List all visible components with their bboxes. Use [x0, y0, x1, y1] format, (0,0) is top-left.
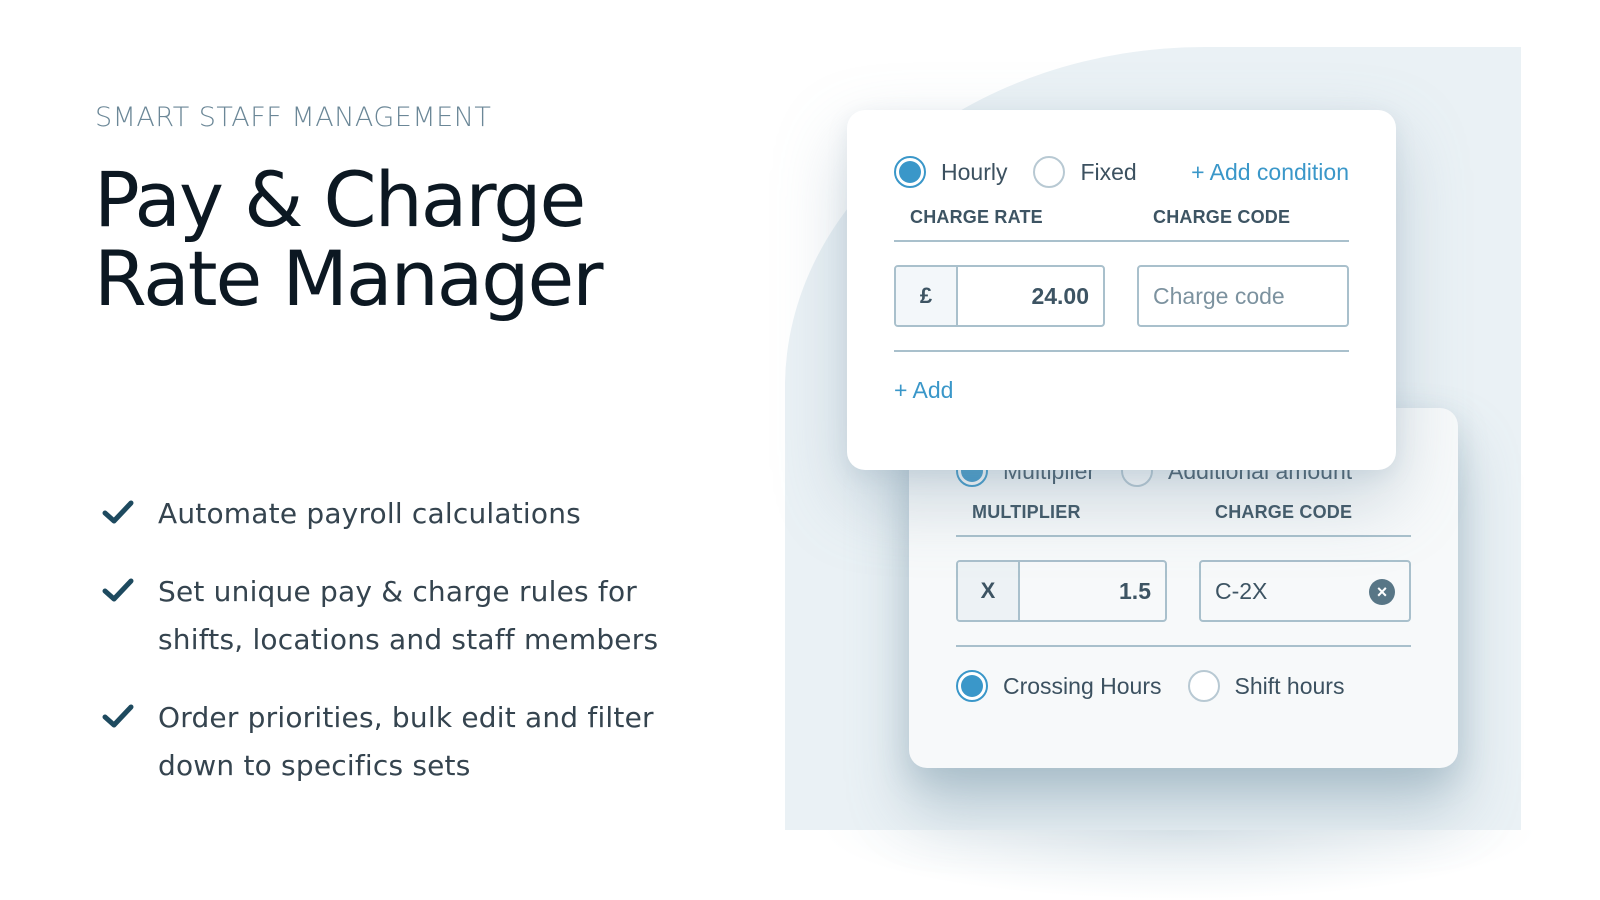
feature-text-line: Order priorities, bulk edit and filter	[158, 701, 654, 734]
charge-code-value[interactable]: C-2X	[1215, 578, 1267, 605]
radio-shift-hours[interactable]: Shift hours	[1187, 670, 1345, 702]
feature-text-line: Set unique pay & charge rules for	[158, 575, 638, 608]
eyebrow-label: SMART STAFF MANAGEMENT	[95, 102, 492, 133]
add-condition-link[interactable]: + Add condition	[1191, 159, 1349, 186]
multiplier-input[interactable]: X 1.5	[956, 560, 1167, 622]
radio-unselected-icon	[1187, 670, 1220, 702]
charge-rate-input[interactable]: £ 24.00	[894, 265, 1105, 327]
radio-unselected-icon	[1033, 156, 1066, 188]
clear-icon[interactable]: ×	[1369, 579, 1395, 605]
check-icon	[102, 704, 134, 728]
radio-label: Crossing Hours	[1003, 672, 1162, 699]
multiplier-value[interactable]: 1.5	[1020, 562, 1165, 620]
condition-inputs-row: X 1.5 C-2X ×	[956, 537, 1411, 647]
radio-selected-icon	[894, 156, 926, 188]
feature-text: Order priorities, bulk edit and filter d…	[158, 694, 654, 790]
feature-item: Set unique pay & charge rules for shifts…	[100, 568, 720, 664]
add-row: + Add	[894, 352, 1349, 428]
feature-text-line: shifts, locations and staff members	[158, 623, 659, 656]
feature-item: Order priorities, bulk edit and filter d…	[100, 694, 720, 790]
radio-fixed[interactable]: Fixed	[1033, 156, 1137, 188]
multiplier-prefix: X	[958, 562, 1020, 620]
condition-mode-row-wrap: Multiplier Additional amount MULTIPLIER …	[956, 451, 1411, 725]
floor-shadow	[820, 830, 1540, 900]
charge-inputs-row: £ 24.00 Charge code	[894, 242, 1349, 352]
radio-label: Shift hours	[1234, 672, 1345, 699]
page-title: Pay & Charge Rate Manager	[94, 160, 604, 318]
check-icon	[102, 578, 134, 602]
radio-selected-icon	[956, 670, 988, 702]
page-title-line-2: Rate Manager	[94, 234, 604, 323]
condition-charge-code-input[interactable]: C-2X ×	[1199, 560, 1411, 622]
currency-prefix: £	[896, 267, 958, 325]
charge-column-headers: CHARGE RATE CHARGE CODE	[894, 192, 1349, 242]
rate-type-radio-group: Hourly Fixed + Add condition	[894, 152, 1349, 192]
feature-item: Automate payroll calculations	[100, 490, 720, 538]
feature-text: Automate payroll calculations	[158, 490, 581, 538]
add-link[interactable]: + Add	[894, 377, 953, 404]
feature-text-line: Automate payroll calculations	[158, 497, 581, 530]
feature-list: Automate payroll calculations Set unique…	[100, 490, 720, 820]
radio-label: Fixed	[1080, 158, 1137, 185]
check-icon	[102, 500, 134, 524]
charge-rate-value[interactable]: 24.00	[958, 267, 1103, 325]
feature-text-line: down to specifics sets	[158, 749, 471, 782]
condition-column-headers: MULTIPLIER CHARGE CODE	[956, 491, 1411, 537]
charge-code-placeholder: Charge code	[1153, 282, 1285, 309]
column-header-charge-code: CHARGE CODE	[1215, 502, 1353, 522]
radio-hourly[interactable]: Hourly	[894, 156, 1007, 188]
column-header-multiplier: MULTIPLIER	[972, 502, 1081, 522]
charge-rate-card-body: Hourly Fixed + Add condition CHARGE RATE…	[894, 152, 1349, 428]
feature-text: Set unique pay & charge rules for shifts…	[158, 568, 658, 664]
radio-crossing-hours[interactable]: Crossing Hours	[956, 670, 1162, 702]
page-title-line-1: Pay & Charge	[94, 155, 586, 244]
hours-radio-group: Crossing Hours Shift hours	[956, 647, 1411, 725]
column-header-charge-code: CHARGE CODE	[1153, 207, 1291, 227]
charge-code-input[interactable]: Charge code	[1137, 265, 1349, 327]
column-header-charge-rate: CHARGE RATE	[910, 207, 1043, 227]
radio-label: Hourly	[941, 158, 1008, 185]
charge-rate-card: Hourly Fixed + Add condition CHARGE RATE…	[847, 110, 1396, 470]
